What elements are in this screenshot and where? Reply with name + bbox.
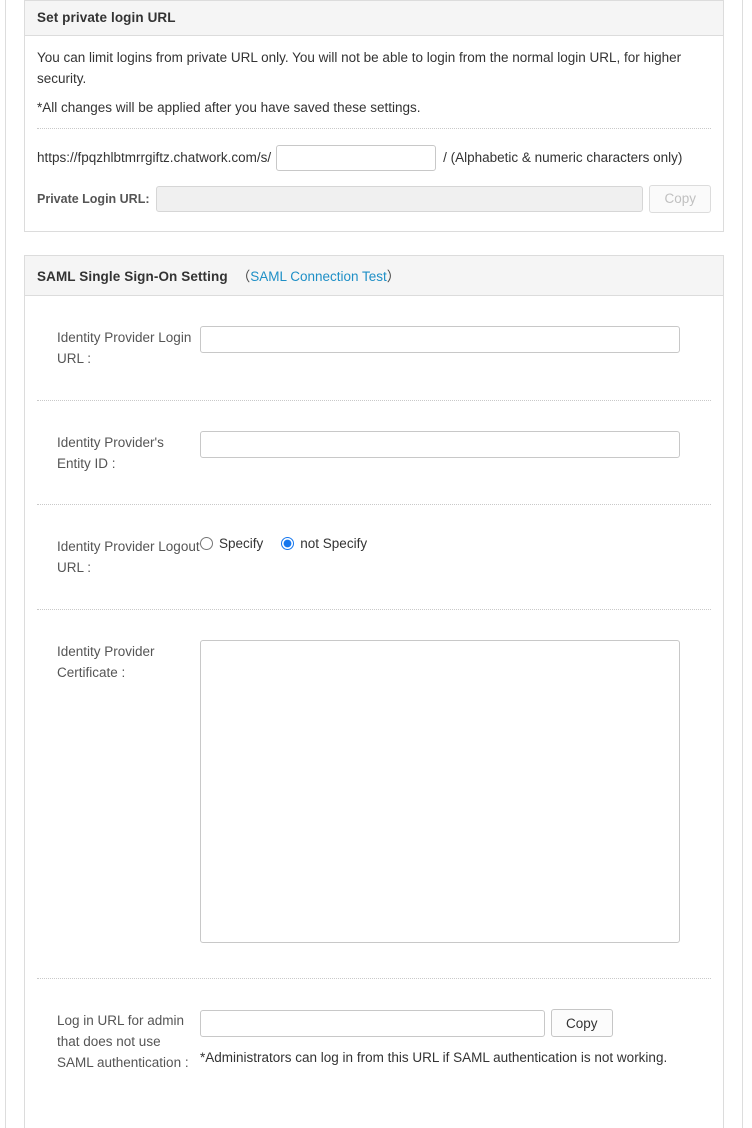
idp-login-url-label: Identity Provider Login URL : (37, 326, 200, 370)
admin-login-url-note: *Administrators can log in from this URL… (200, 1048, 678, 1069)
admin-login-url-input-line: Copy (200, 1009, 711, 1037)
saml-sso-panel-header: SAML Single Sign-On Setting （SAML Connec… (25, 256, 723, 296)
settings-page: Set private login URL You can limit logi… (0, 0, 752, 1128)
private-url-suffix-hint: / (Alphabetic & numeric characters only) (443, 150, 682, 165)
idp-logout-url-radio-not-specify[interactable] (281, 537, 294, 550)
saml-sso-panel: SAML Single Sign-On Setting （SAML Connec… (24, 255, 724, 1128)
admin-login-url-row: Log in URL for admin that does not use S… (37, 979, 711, 1074)
outer-container-left-border (5, 0, 6, 1128)
private-url-builder-row: https://fpqzhlbtmrrgiftz.chatwork.com/s/… (37, 129, 711, 171)
paren-close: ） (387, 269, 401, 284)
idp-login-url-input[interactable] (200, 326, 680, 353)
private-login-url-result-row: Private Login URL: Copy (37, 171, 711, 231)
private-login-url-save-note: *All changes will be applied after you h… (37, 98, 711, 119)
outer-container-right-border (742, 0, 743, 1128)
idp-logout-url-option-not-specify-label: not Specify (300, 536, 367, 551)
private-url-slug-input[interactable] (276, 145, 436, 171)
idp-entity-id-row: Identity Provider's Entity ID : (37, 401, 711, 475)
idp-logout-url-row: Identity Provider Logout URL : Specify n… (37, 505, 711, 579)
idp-logout-url-radio-group: Specify not Specify (200, 535, 711, 551)
idp-login-url-control (200, 326, 711, 353)
saml-connection-test-link[interactable]: SAML Connection Test (250, 269, 387, 284)
idp-logout-url-option-specify[interactable]: Specify (200, 536, 263, 551)
admin-login-url-control: Copy *Administrators can log in from thi… (200, 1009, 711, 1069)
idp-logout-url-option-specify-label: Specify (219, 536, 263, 551)
copy-admin-login-url-button[interactable]: Copy (551, 1009, 613, 1037)
saml-sso-panel-body: Identity Provider Login URL : Identity P… (25, 296, 723, 1128)
private-login-url-panel-body: You can limit logins from private URL on… (25, 36, 723, 231)
idp-logout-url-radio-specify[interactable] (200, 537, 213, 550)
idp-certificate-control (200, 640, 711, 948)
private-login-url-description-block: You can limit logins from private URL on… (37, 36, 711, 119)
saml-sso-panel-title: SAML Single Sign-On Setting (37, 269, 228, 284)
private-url-prefix: https://fpqzhlbtmrrgiftz.chatwork.com/s/ (37, 150, 271, 165)
copy-private-login-url-button[interactable]: Copy (649, 185, 711, 213)
private-login-url-panel-title: Set private login URL (37, 10, 176, 25)
idp-login-url-row: Identity Provider Login URL : (37, 296, 711, 370)
private-login-url-panel: Set private login URL You can limit logi… (24, 0, 724, 232)
admin-login-url-input[interactable] (200, 1010, 545, 1037)
idp-certificate-label: Identity Provider Certificate : (37, 640, 200, 684)
idp-logout-url-option-not-specify[interactable]: not Specify (281, 536, 367, 551)
private-login-url-label: Private Login URL: (37, 192, 150, 206)
panel-bottom-spacer (37, 1074, 711, 1128)
saml-connection-test-wrapper: （SAML Connection Test） (237, 265, 401, 285)
private-login-url-panel-header: Set private login URL (25, 1, 723, 36)
idp-entity-id-control (200, 431, 711, 458)
idp-entity-id-input[interactable] (200, 431, 680, 458)
admin-login-url-label: Log in URL for admin that does not use S… (37, 1009, 200, 1074)
idp-logout-url-label: Identity Provider Logout URL : (37, 535, 200, 579)
private-login-url-output[interactable] (156, 186, 644, 212)
idp-entity-id-label: Identity Provider's Entity ID : (37, 431, 200, 475)
idp-logout-url-control: Specify not Specify (200, 535, 711, 551)
settings-content: Set private login URL You can limit logi… (24, 0, 724, 1128)
idp-certificate-row: Identity Provider Certificate : (37, 610, 711, 948)
idp-certificate-textarea[interactable] (200, 640, 680, 943)
paren-open: （ (237, 269, 251, 284)
private-login-url-description: You can limit logins from private URL on… (37, 48, 711, 90)
